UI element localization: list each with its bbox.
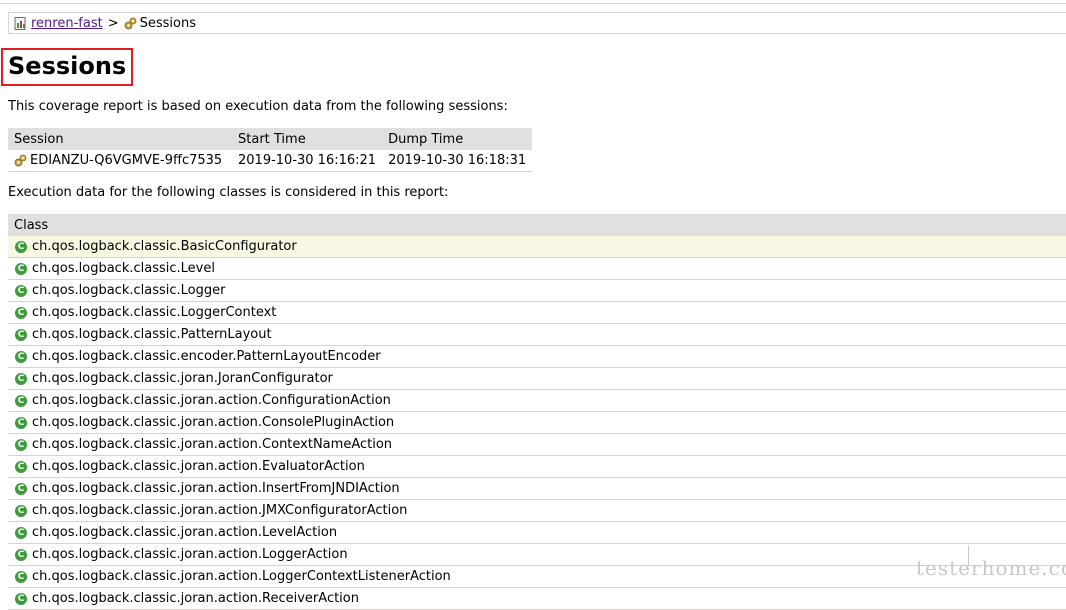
breadcrumb-separator: >: [107, 15, 119, 31]
annotation-highlight-box: [1, 48, 133, 86]
classes-table: Class Cch.qos.logback.classic.BasicConfi…: [8, 214, 1066, 610]
class-name: ch.qos.logback.classic.joran.action.Conf…: [32, 393, 391, 408]
class-name: ch.qos.logback.classic.joran.action.Leve…: [32, 525, 338, 540]
class-cell: Cch.qos.logback.classic.joran.JoranConfi…: [8, 367, 1066, 390]
class-cell: Cch.qos.logback.classic.PatternLayout: [8, 323, 1066, 346]
class-cell: Cch.qos.logback.classic.joran.action.Log…: [8, 543, 1066, 566]
class-icon: C: [15, 240, 27, 253]
table-row[interactable]: Cch.qos.logback.classic.Level: [8, 257, 1066, 280]
class-cell: Cch.qos.logback.classic.encoder.PatternL…: [8, 345, 1066, 368]
class-name: ch.qos.logback.classic.joran.action.Cons…: [32, 415, 395, 430]
table-row[interactable]: Cch.qos.logback.classic.joran.action.Eva…: [8, 455, 1066, 478]
class-cell: Cch.qos.logback.classic.joran.action.Ins…: [8, 477, 1066, 500]
breadcrumb: renren-fast > Sessions: [8, 12, 1066, 34]
class-icon: C: [15, 350, 27, 363]
class-icon: C: [15, 284, 27, 297]
class-cell: Cch.qos.logback.classic.LoggerContext: [8, 301, 1066, 324]
column-header-session[interactable]: Session: [8, 128, 232, 150]
class-icon: C: [15, 548, 27, 561]
class-name: ch.qos.logback.classic.joran.action.Logg…: [32, 547, 348, 562]
table-row[interactable]: Cch.qos.logback.classic.BasicConfigurato…: [8, 236, 1066, 258]
class-cell: Cch.qos.logback.classic.joran.action.Eva…: [8, 455, 1066, 478]
class-icon: C: [15, 526, 27, 539]
class-name: ch.qos.logback.classic.joran.action.Eval…: [32, 459, 365, 474]
class-cell: Cch.qos.logback.classic.joran.action.Lev…: [8, 521, 1066, 544]
class-cell: Cch.qos.logback.classic.Logger: [8, 279, 1066, 302]
session-dump-time: 2019-10-30 16:18:31: [382, 150, 533, 172]
column-header-start-time[interactable]: Start Time: [232, 128, 383, 150]
class-icon: C: [15, 262, 27, 275]
table-row[interactable]: Cch.qos.logback.classic.Logger: [8, 279, 1066, 302]
class-icon: C: [15, 394, 27, 407]
class-name: ch.qos.logback.classic.encoder.PatternLa…: [32, 349, 381, 364]
class-icon: C: [15, 438, 27, 451]
class-icon: C: [15, 482, 27, 495]
watermark: testerhome.com: [916, 556, 1066, 580]
top-divider: [0, 3, 1066, 4]
table-row[interactable]: Cch.qos.logback.classic.encoder.PatternL…: [8, 345, 1066, 368]
breadcrumb-current: Sessions: [139, 15, 196, 31]
class-name: ch.qos.logback.classic.LoggerContext: [32, 305, 277, 320]
table-row[interactable]: Cch.qos.logback.classic.PatternLayout: [8, 323, 1066, 346]
class-name: ch.qos.logback.classic.joran.action.Rece…: [32, 591, 359, 606]
class-icon: C: [15, 372, 27, 385]
report-icon: [14, 16, 27, 30]
session-icon: [14, 154, 27, 167]
table-row[interactable]: Cch.qos.logback.classic.LoggerContext: [8, 301, 1066, 324]
table-row[interactable]: Cch.qos.logback.classic.joran.action.Rec…: [8, 587, 1066, 610]
class-cell: Cch.qos.logback.classic.joran.action.Con…: [8, 389, 1066, 412]
class-name: ch.qos.logback.classic.joran.action.Inse…: [32, 481, 400, 496]
class-icon: C: [15, 592, 27, 605]
class-cell: Cch.qos.logback.classic.joran.action.JMX…: [8, 499, 1066, 522]
table-row[interactable]: Cch.qos.logback.classic.joran.action.Log…: [8, 565, 1066, 588]
column-header-dump-time[interactable]: Dump Time: [382, 128, 533, 150]
sessions-intro-text: This coverage report is based on executi…: [8, 99, 508, 114]
table-row[interactable]: Cch.qos.logback.classic.joran.action.JMX…: [8, 499, 1066, 522]
class-icon: C: [15, 570, 27, 583]
table-row[interactable]: Cch.qos.logback.classic.joran.action.Con…: [8, 411, 1066, 434]
class-name: ch.qos.logback.classic.Level: [32, 261, 215, 276]
class-cell: Cch.qos.logback.classic.BasicConfigurato…: [8, 236, 1066, 258]
session-start-time: 2019-10-30 16:16:21: [232, 150, 383, 172]
table-row[interactable]: Cch.qos.logback.classic.joran.action.Ins…: [8, 477, 1066, 500]
classes-intro-text: Execution data for the following classes…: [8, 185, 449, 200]
session-row: EDIANZU-Q6VGMVE-9ffc7535 2019-10-30 16:1…: [8, 150, 533, 172]
class-name: ch.qos.logback.classic.joran.JoranConfig…: [32, 371, 333, 386]
class-name: ch.qos.logback.classic.BasicConfigurator: [32, 239, 297, 254]
table-row[interactable]: Cch.qos.logback.classic.joran.action.Con…: [8, 433, 1066, 456]
class-name: ch.qos.logback.classic.joran.action.JMXC…: [32, 503, 408, 518]
class-icon: C: [15, 504, 27, 517]
class-icon: C: [15, 416, 27, 429]
class-name: ch.qos.logback.classic.Logger: [32, 283, 226, 298]
class-icon: C: [15, 306, 27, 319]
session-id: EDIANZU-Q6VGMVE-9ffc7535: [30, 153, 223, 168]
class-name: ch.qos.logback.classic.PatternLayout: [32, 327, 272, 342]
table-row[interactable]: Cch.qos.logback.classic.joran.action.Lev…: [8, 521, 1066, 544]
table-row[interactable]: Cch.qos.logback.classic.joran.JoranConfi…: [8, 367, 1066, 390]
class-cell: Cch.qos.logback.classic.Level: [8, 257, 1066, 280]
class-name: ch.qos.logback.classic.joran.action.Cont…: [32, 437, 393, 452]
class-cell: Cch.qos.logback.classic.joran.action.Con…: [8, 411, 1066, 434]
column-header-class[interactable]: Class: [8, 214, 1066, 236]
class-cell: Cch.qos.logback.classic.joran.action.Rec…: [8, 587, 1066, 610]
table-row[interactable]: Cch.qos.logback.classic.joran.action.Log…: [8, 543, 1066, 566]
class-name: ch.qos.logback.classic.joran.action.Logg…: [32, 569, 451, 584]
class-cell: Cch.qos.logback.classic.joran.action.Log…: [8, 565, 1066, 588]
class-icon: C: [15, 328, 27, 341]
table-row[interactable]: Cch.qos.logback.classic.joran.action.Con…: [8, 389, 1066, 412]
class-cell: Cch.qos.logback.classic.joran.action.Con…: [8, 433, 1066, 456]
session-icon: [124, 17, 137, 30]
breadcrumb-root-link[interactable]: renren-fast: [31, 16, 103, 31]
sessions-table: Session Start Time Dump Time EDIANZU-Q6V…: [8, 128, 533, 172]
class-icon: C: [15, 460, 27, 473]
